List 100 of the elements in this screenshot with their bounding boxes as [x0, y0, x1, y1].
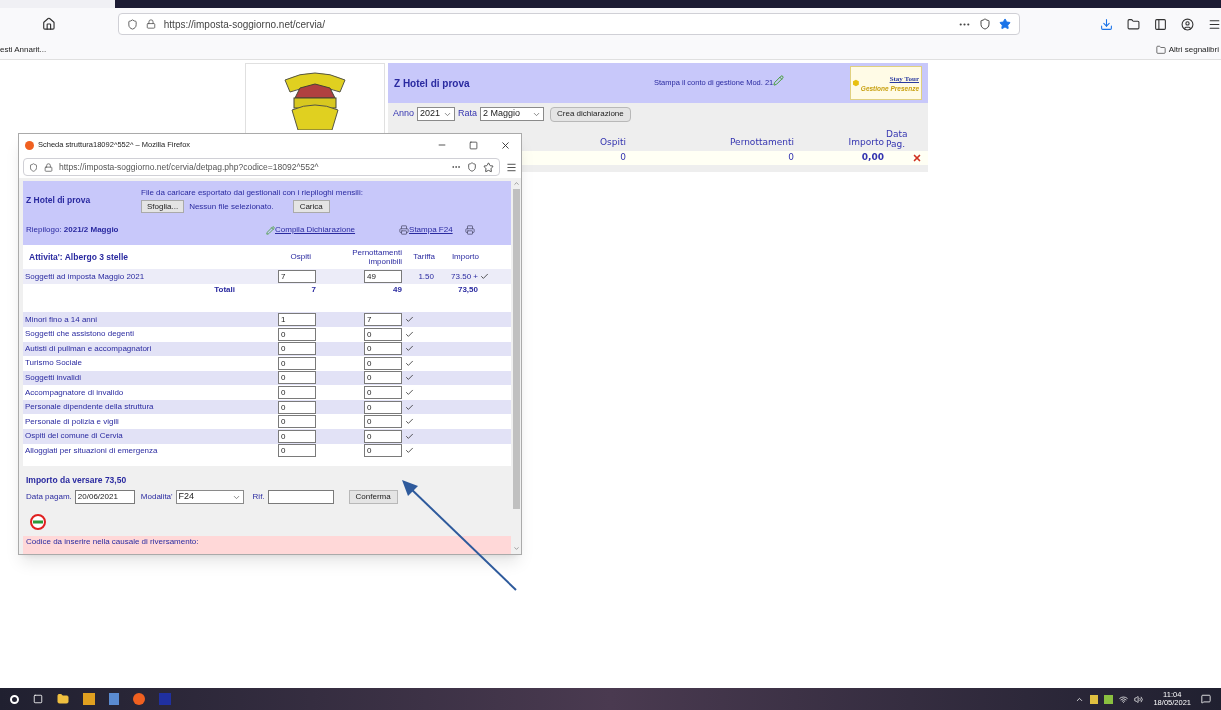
column-header: Importo — [450, 251, 479, 264]
column-header: Ospiti — [289, 251, 311, 264]
bookmark-item[interactable]: esti Annarit... — [0, 43, 47, 56]
ref-label: Rif. — [252, 491, 265, 503]
installment-select[interactable]: 2 Maggio — [480, 107, 545, 121]
nights-input[interactable]: 0 — [364, 371, 402, 385]
nights-input[interactable]: 7 — [364, 313, 402, 327]
no-entry-icon[interactable] — [30, 514, 46, 530]
installment-label: Rata — [458, 107, 478, 121]
guests-input[interactable]: 0 — [278, 400, 316, 414]
browser-icon — [25, 140, 34, 150]
print-f24-link[interactable]: Stampa F24 — [409, 224, 453, 236]
guests-input[interactable]: 0 — [278, 327, 316, 341]
menu-icon[interactable] — [506, 161, 517, 173]
row-label: Personale di polizia e vigili — [24, 415, 120, 428]
compile-link[interactable]: Compila Dichiarazione — [275, 224, 356, 236]
table-cell-text: 73.50 + — [450, 270, 478, 283]
hotel-name: Z Hotel di prova — [394, 76, 471, 91]
other-bookmarks[interactable]: Altri segnalibri — [1155, 43, 1219, 56]
bookmark-star-icon[interactable] — [999, 18, 1011, 30]
guests-input[interactable]: 1 — [278, 313, 316, 327]
column-header: Tariffa — [412, 251, 435, 264]
network-icon[interactable] — [1119, 694, 1129, 704]
row-label: Ospiti del comune di Cervia — [24, 430, 124, 443]
browse-button[interactable]: Sfoglia... — [141, 200, 185, 213]
nights-input[interactable]: 0 — [364, 386, 402, 400]
row-label: Personale dipendente della struttura — [24, 401, 155, 414]
lock-icon[interactable] — [145, 19, 156, 29]
table-cell-text: 7 — [310, 284, 316, 297]
guests-input[interactable]: 0 — [278, 415, 316, 429]
code-label: Codice da inserire nella causale di riversamento: — [26, 536, 199, 548]
maximize-icon[interactable] — [469, 140, 478, 150]
nights-input[interactable]: 0 — [364, 429, 402, 443]
nights-input[interactable]: 0 — [364, 327, 402, 341]
close-icon[interactable] — [500, 139, 511, 151]
table-cell-text: 49 — [392, 284, 402, 297]
table-cell-text: 1.50 — [417, 270, 434, 283]
guests-input[interactable]: 7 — [278, 270, 316, 284]
nights-input[interactable]: 0 — [364, 400, 402, 414]
column-header: Pernottamenti — [729, 135, 794, 149]
column-header: Data Pag. — [886, 129, 906, 149]
table-cell-text: 73,50 — [456, 284, 478, 297]
guests-input[interactable]: 0 — [278, 386, 316, 400]
shield-icon[interactable] — [29, 162, 38, 172]
folder-icon[interactable] — [57, 693, 69, 705]
table-cell-text: 0 — [787, 151, 794, 165]
guests-input[interactable]: 0 — [278, 371, 316, 385]
browser-icon[interactable] — [133, 693, 145, 705]
table-cell-text: 0 — [619, 151, 626, 165]
menu-icon[interactable] — [1208, 17, 1221, 31]
mode-select[interactable]: F24 — [175, 490, 244, 504]
row-label: Minori fino a 14 anni — [24, 313, 99, 326]
sidebar-icon[interactable] — [1154, 17, 1167, 31]
url-text: https://imposta-soggiorno.net/cervia/ — [163, 17, 326, 32]
printer-icon[interactable] — [464, 225, 475, 235]
nights-input[interactable]: 0 — [364, 356, 402, 370]
column-header: Ospiti — [599, 135, 626, 149]
delete-icon[interactable] — [912, 153, 922, 163]
row-label: Soggetti ad imposta Maggio 2021 — [24, 270, 146, 283]
upload-button[interactable]: Carica — [292, 200, 330, 213]
create-declaration-button[interactable]: Crea dichiarazione — [550, 106, 631, 122]
date-input[interactable]: 20/06/2021 — [74, 490, 135, 504]
task-view-icon[interactable] — [33, 694, 43, 704]
summary-text: Riepilogo: 2021/2 Maggio — [26, 224, 120, 236]
nights-input[interactable]: 49 — [364, 270, 402, 284]
row-label: Soggetti che assistono degenti — [24, 328, 135, 341]
guests-input[interactable]: 0 — [278, 429, 316, 443]
nights-input[interactable]: 0 — [364, 415, 402, 429]
url-text: https://imposta-soggiorno.net/cervia/detpag.php?codice=18092^552^ — [59, 160, 320, 174]
shield-icon[interactable] — [126, 18, 138, 30]
row-label: Autisti di pullman e accompagnatori — [24, 342, 153, 355]
reference-input[interactable] — [267, 490, 334, 504]
address-bar[interactable]: https://imposta-soggiorno.net/cervia/detpag.php?codice=18092^552^ — [23, 158, 500, 176]
table-cell-text: 0,00 — [860, 151, 884, 165]
nights-input[interactable]: 0 — [364, 342, 402, 356]
download-icon[interactable] — [1100, 17, 1113, 31]
guests-input[interactable]: 0 — [278, 342, 316, 356]
home-icon[interactable] — [42, 17, 56, 31]
totals-label: Totali — [213, 284, 235, 297]
year-select[interactable]: 2021 — [417, 107, 456, 121]
activity-title: Attivita': Albergo 3 stelle — [28, 250, 129, 264]
lock-icon[interactable] — [44, 162, 53, 172]
no-file-text: Nessun file selezionato. — [189, 200, 274, 213]
guests-input[interactable]: 0 — [278, 444, 316, 458]
edit-icon — [773, 74, 785, 86]
notifications-icon[interactable] — [1201, 694, 1211, 704]
search-icon[interactable] — [10, 694, 19, 704]
bookmark-star-icon[interactable] — [483, 161, 494, 173]
column-header: Pernottamenti imponibili — [351, 248, 402, 267]
check-icon — [480, 272, 489, 282]
guests-input[interactable]: 0 — [278, 356, 316, 370]
account-icon[interactable] — [1181, 17, 1194, 31]
row-label: Alloggiati per situazioni di emergenza — [24, 444, 159, 457]
address-bar[interactable]: https://imposta-soggiorno.net/cervia/ — [117, 13, 1020, 35]
date-label: Data pagam. — [26, 491, 72, 503]
confirm-button[interactable]: Conferma — [348, 490, 398, 504]
volume-icon[interactable] — [1134, 694, 1144, 704]
column-header: Importo — [847, 135, 884, 149]
row-label: Accompagnatore di invalido — [24, 386, 125, 399]
nights-input[interactable]: 0 — [364, 444, 402, 458]
